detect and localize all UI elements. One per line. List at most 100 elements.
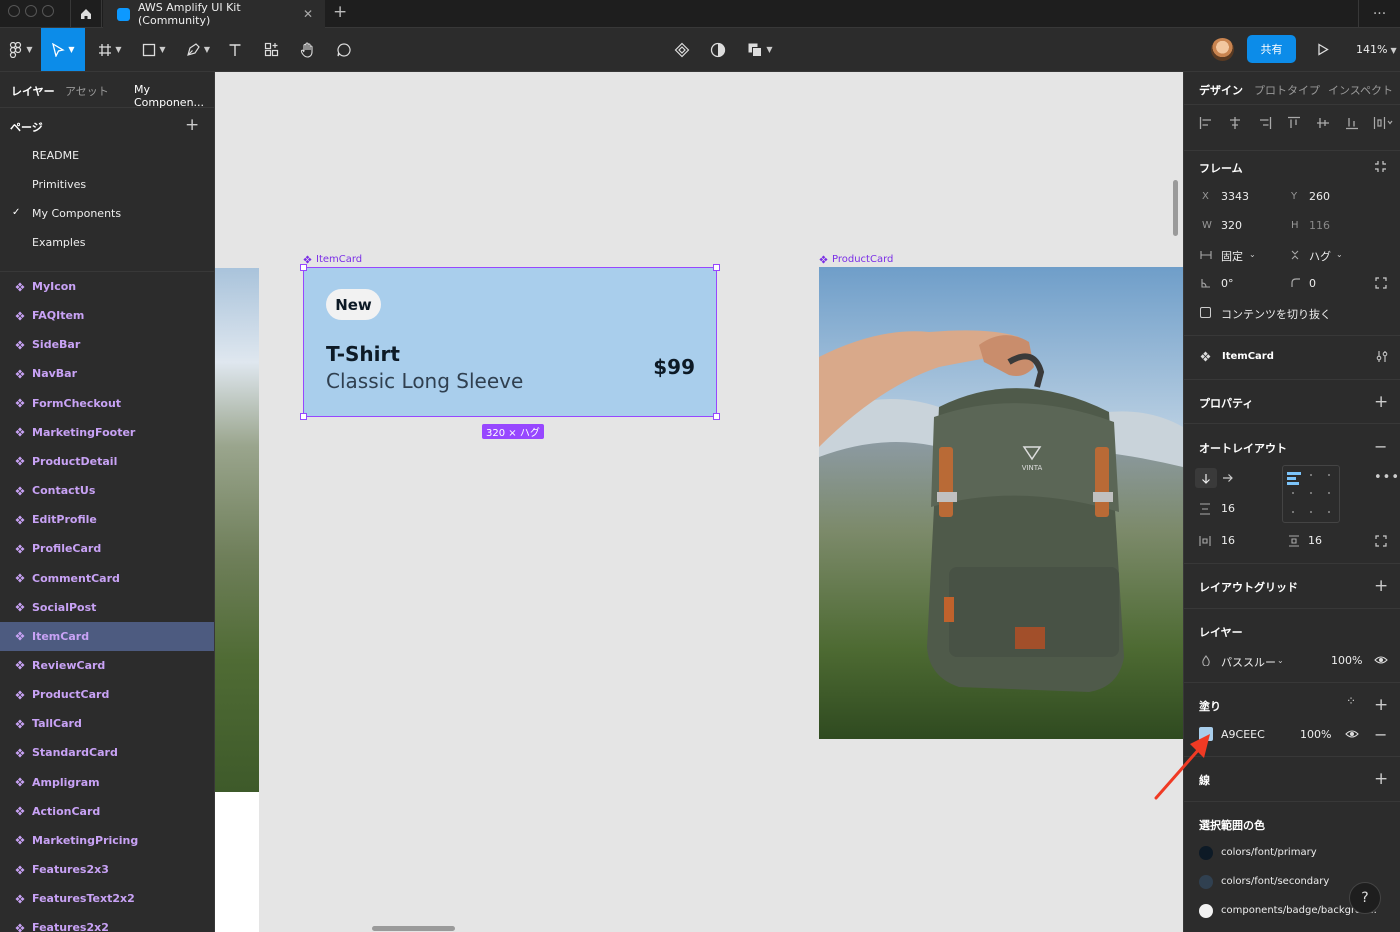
- resize-handle-bottom-left[interactable]: [300, 413, 307, 420]
- align-left-icon[interactable]: [1199, 116, 1213, 130]
- page-item[interactable]: Primitives: [32, 178, 86, 191]
- new-tab-button[interactable]: +: [333, 2, 347, 22]
- layer-item[interactable]: ActionCard: [0, 797, 214, 826]
- layer-item[interactable]: ContactUs: [0, 476, 214, 505]
- tab-assets[interactable]: アセット: [65, 83, 109, 99]
- add-stroke-icon[interactable]: +: [1374, 771, 1388, 788]
- style-picker-icon[interactable]: ⁘: [1346, 694, 1356, 708]
- clip-content-checkbox[interactable]: [1200, 307, 1211, 318]
- item-card[interactable]: New T-Shirt Classic Long Sleeve $99: [300, 264, 720, 420]
- add-fill-icon[interactable]: +: [1374, 697, 1388, 714]
- component-name[interactable]: ItemCard: [1222, 351, 1274, 362]
- present-button[interactable]: [1310, 28, 1336, 71]
- frame-header[interactable]: フレーム: [1199, 160, 1243, 176]
- home-button[interactable]: [70, 0, 102, 28]
- selection-color-label[interactable]: colors/font/secondary: [1221, 876, 1329, 887]
- frame-tool[interactable]: ▼: [92, 28, 128, 71]
- tab-design[interactable]: デザイン: [1199, 82, 1243, 98]
- add-page-icon[interactable]: +: [185, 115, 199, 135]
- align-bottom-icon[interactable]: [1345, 116, 1359, 130]
- height-mode-select[interactable]: ハグ: [1309, 248, 1331, 264]
- item-spacing-field[interactable]: 16: [1221, 502, 1235, 515]
- layer-item[interactable]: MarketingFooter: [0, 418, 214, 447]
- vertical-scrollbar[interactable]: [1173, 180, 1178, 236]
- create-component-button[interactable]: [668, 28, 696, 71]
- w-field[interactable]: 320: [1221, 219, 1242, 232]
- align-horizontal-center-icon[interactable]: [1228, 116, 1242, 130]
- component-settings-icon[interactable]: [1376, 350, 1388, 363]
- add-layout-grid-icon[interactable]: +: [1374, 578, 1388, 595]
- layer-item[interactable]: FeaturesText2x2: [0, 884, 214, 913]
- layer-item[interactable]: SocialPost: [0, 593, 214, 622]
- layer-item[interactable]: ProfileCard: [0, 534, 214, 563]
- individual-padding-icon[interactable]: [1375, 535, 1387, 547]
- align-top-icon[interactable]: [1287, 116, 1301, 130]
- window-close-dot[interactable]: [8, 5, 20, 17]
- page-item[interactable]: My Components: [32, 207, 121, 220]
- layer-item[interactable]: FormCheckout: [0, 389, 214, 418]
- mask-button[interactable]: [704, 28, 732, 71]
- zoom-menu[interactable]: 141% ▼: [1356, 43, 1397, 56]
- layer-item[interactable]: TallCard: [0, 709, 214, 738]
- canvas[interactable]: ItemCard ProductCard New T-Shirt Classic…: [215, 72, 1183, 932]
- hand-tool[interactable]: [294, 28, 320, 71]
- selection-color-swatch[interactable]: [1199, 875, 1213, 889]
- align-vertical-center-icon[interactable]: [1316, 116, 1330, 130]
- h-field[interactable]: 116: [1309, 219, 1330, 232]
- remove-autolayout-icon[interactable]: −: [1374, 439, 1387, 455]
- move-tool[interactable]: ▼: [41, 28, 85, 71]
- card-badge[interactable]: New: [326, 289, 381, 320]
- resources-tool[interactable]: [258, 28, 284, 71]
- layer-item[interactable]: MarketingPricing: [0, 826, 214, 855]
- pen-tool[interactable]: ▼: [180, 28, 216, 71]
- layer-item[interactable]: Features2x3: [0, 855, 214, 884]
- tab-page-selector[interactable]: My Componen...: [134, 83, 214, 109]
- remove-fill-icon[interactable]: −: [1374, 727, 1387, 743]
- file-tab[interactable]: AWS Amplify UI Kit (Community) ✕: [103, 0, 325, 28]
- resize-handle-bottom-right[interactable]: [713, 413, 720, 420]
- eye-icon[interactable]: [1345, 729, 1359, 739]
- offscreen-photo-frame[interactable]: [215, 268, 259, 792]
- layer-item[interactable]: NavBar: [0, 359, 214, 388]
- item-card-frame-label[interactable]: ItemCard: [303, 254, 362, 265]
- card-subtitle[interactable]: Classic Long Sleeve: [326, 369, 523, 393]
- layer-item[interactable]: ItemCard: [0, 621, 214, 651]
- window-minimize-dot[interactable]: [25, 5, 37, 17]
- layer-item[interactable]: FAQItem: [0, 301, 214, 330]
- layer-item[interactable]: ReviewCard: [0, 651, 214, 680]
- layer-item[interactable]: ProductDetail: [0, 447, 214, 476]
- window-zoom-dot[interactable]: [42, 5, 54, 17]
- corner-radius-field[interactable]: 0: [1309, 277, 1316, 290]
- width-mode-select[interactable]: 固定: [1221, 248, 1243, 264]
- layer-item[interactable]: CommentCard: [0, 564, 214, 593]
- fill-color-swatch[interactable]: [1199, 727, 1213, 741]
- horizontal-scrollbar[interactable]: [372, 926, 455, 931]
- selection-color-label[interactable]: colors/font/primary: [1221, 847, 1317, 858]
- offscreen-frame-white[interactable]: [215, 792, 259, 932]
- layer-item[interactable]: Ampligram: [0, 768, 214, 797]
- card-price[interactable]: $99: [653, 355, 695, 379]
- fill-opacity-field[interactable]: 100%: [1300, 728, 1331, 741]
- product-card-frame-label[interactable]: ProductCard: [819, 254, 893, 265]
- layer-item[interactable]: ProductCard: [0, 680, 214, 709]
- more-options-icon[interactable]: ···: [1358, 0, 1400, 28]
- tab-layers[interactable]: レイヤー: [11, 83, 55, 99]
- add-property-icon[interactable]: +: [1374, 394, 1388, 411]
- blend-mode-select[interactable]: パススルー: [1221, 654, 1276, 670]
- vertical-direction-button[interactable]: [1195, 468, 1217, 488]
- arrow-right-icon[interactable]: [1222, 473, 1233, 483]
- selection-color-swatch[interactable]: [1199, 846, 1213, 860]
- text-tool[interactable]: [222, 28, 248, 71]
- product-card-image[interactable]: VINTA: [819, 267, 1183, 739]
- more-options-icon[interactable]: •••: [1374, 470, 1400, 485]
- resize-handle-top-left[interactable]: [300, 264, 307, 271]
- rotation-field[interactable]: 0°: [1221, 277, 1234, 290]
- align-right-icon[interactable]: [1258, 116, 1272, 130]
- help-button[interactable]: ?: [1349, 882, 1381, 914]
- comment-tool[interactable]: [331, 28, 357, 71]
- page-item[interactable]: README: [32, 149, 79, 162]
- resize-handle-top-right[interactable]: [713, 264, 720, 271]
- x-field[interactable]: 3343: [1221, 190, 1249, 203]
- page-item[interactable]: Examples: [32, 236, 85, 249]
- layer-item[interactable]: EditProfile: [0, 505, 214, 534]
